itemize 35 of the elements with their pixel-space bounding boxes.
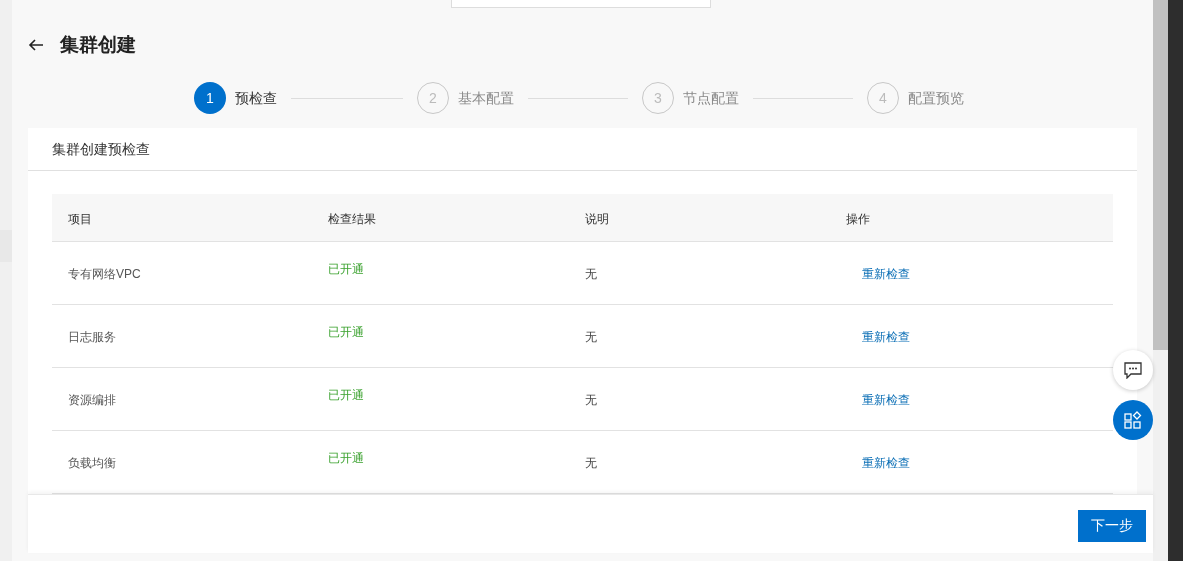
note-text: 无 <box>585 330 597 344</box>
note-text: 无 <box>585 393 597 407</box>
column-header: 操作 <box>846 211 870 226</box>
status-text: 已开通 <box>328 325 364 339</box>
item-name: 专有网络VPC <box>68 267 141 281</box>
status-text: 已开通 <box>328 451 364 465</box>
column-header: 检查结果 <box>328 211 376 226</box>
step-label: 基本配置 <box>458 88 514 108</box>
status-text: 已开通 <box>328 388 364 402</box>
card-title: 集群创建预检查 <box>52 139 150 159</box>
step-label: 节点配置 <box>683 88 739 108</box>
chat-icon <box>1124 361 1142 379</box>
recheck-link[interactable]: 重新检查 <box>862 393 910 407</box>
chat-button[interactable] <box>1113 350 1153 390</box>
column-header: 项目 <box>68 211 92 226</box>
note-text: 无 <box>585 267 597 281</box>
status-text: 已开通 <box>328 262 364 276</box>
recheck-link[interactable]: 重新检查 <box>862 456 910 470</box>
item-name: 资源编排 <box>68 393 116 407</box>
item-name: 负载均衡 <box>68 456 116 470</box>
next-button[interactable]: 下一步 <box>1078 509 1146 542</box>
apps-button[interactable] <box>1113 400 1153 440</box>
step-label: 配置预览 <box>908 88 964 108</box>
apps-icon <box>1124 411 1142 429</box>
step-label: 预检查 <box>235 88 277 108</box>
recheck-link[interactable]: 重新检查 <box>862 330 910 344</box>
recheck-link[interactable]: 重新检查 <box>862 267 910 281</box>
step-number: 1 <box>194 82 226 114</box>
item-name: 日志服务 <box>68 330 116 344</box>
search-field[interactable] <box>451 0 711 8</box>
scrollbar-thumb[interactable] <box>1153 0 1168 350</box>
page-title: 集群创建 <box>60 32 136 57</box>
column-header: 说明 <box>585 211 609 226</box>
back-arrow-icon[interactable] <box>28 37 44 53</box>
note-text: 无 <box>585 456 597 470</box>
